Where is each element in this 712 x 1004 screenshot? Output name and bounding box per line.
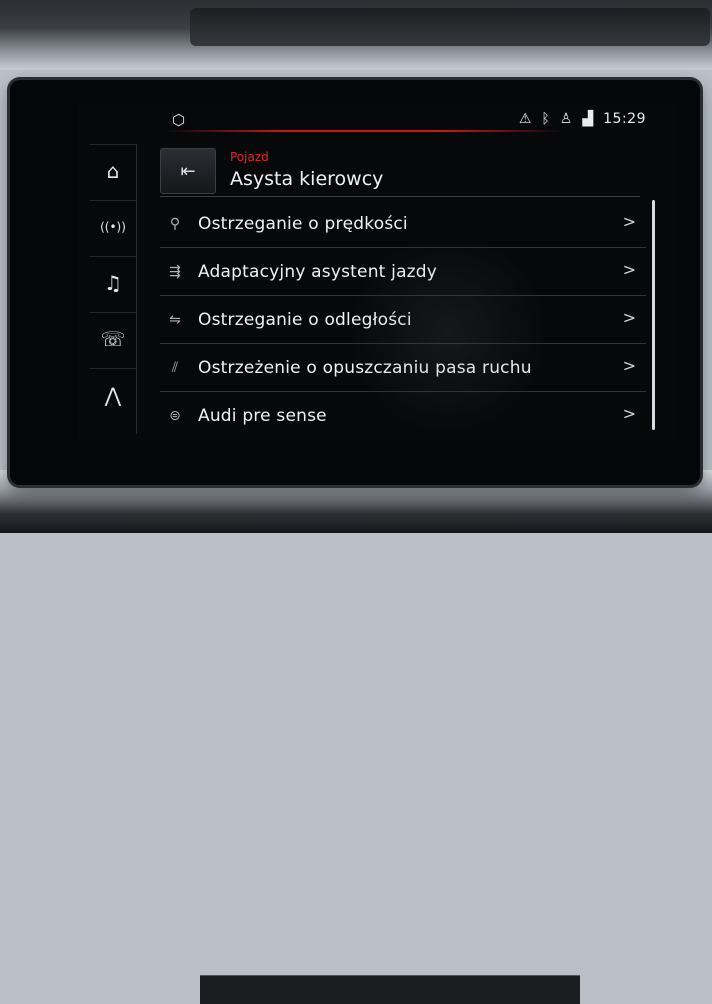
music-icon[interactable]: ♫ <box>90 256 136 309</box>
list-item-speed-warning[interactable]: ⚲ Ostrzeganie o prędkości > <box>160 200 646 248</box>
distance-warning-icon: ⇋ <box>169 311 181 328</box>
list-item-label: Ostrzeganie o prędkości <box>198 213 408 234</box>
scrollbar[interactable] <box>652 200 655 430</box>
settings-list: ⚲ Ostrzeganie o prędkości > ⇶ Adaptacyjn… <box>160 200 646 439</box>
signal-icon: ▟ <box>582 111 594 127</box>
radio-icon[interactable]: ((•)) <box>90 200 136 253</box>
bluetooth-icon: ᛒ <box>541 111 550 127</box>
list-item-label: Audi pre sense <box>198 405 327 426</box>
dashboard-top <box>0 0 712 70</box>
home-glyph: ⌂ <box>106 159 120 183</box>
back-button[interactable]: ⇤ <box>160 148 216 194</box>
list-item-distance-warning[interactable]: ⇋ Ostrzeganie o odległości > <box>160 296 646 344</box>
phone-icon[interactable]: ☏ <box>90 312 136 365</box>
console-buttons <box>200 975 580 1004</box>
list-item-pre-sense[interactable]: ⊜ Audi pre sense > <box>160 392 646 439</box>
page-title: Asysta kierowcy <box>230 168 384 190</box>
radio-glyph: ((•)) <box>100 220 126 234</box>
status-bar: ⬡ ⚠ ᛒ ♙ ▟ 15:29 <box>78 104 676 136</box>
home-icon[interactable]: ⌂ <box>90 144 136 197</box>
chevron-right-icon: > <box>622 212 636 231</box>
person-icon: ♙ <box>559 111 573 127</box>
navigation-glyph: ⋀ <box>104 383 122 407</box>
lane-departure-icon: ⫽ <box>171 359 179 376</box>
list-item-adaptive-cruise[interactable]: ⇶ Adaptacyjny asystent jazdy > <box>160 248 646 296</box>
list-item-label: Ostrzeganie o odległości <box>198 309 412 330</box>
chevron-right-icon: > <box>622 356 636 375</box>
list-item-label: Ostrzeżenie o opuszczaniu pasa ruchu <box>198 357 532 378</box>
speed-warning-icon: ⚲ <box>169 215 181 232</box>
phone-glyph: ☏ <box>100 327 126 351</box>
pre-sense-icon: ⊜ <box>169 407 181 424</box>
list-item-label: Adaptacyjny asystent jazdy <box>198 261 438 282</box>
page-header: ⇤ Pojazd Asysta kierowcy <box>160 140 640 197</box>
adaptive-cruise-icon: ⇶ <box>169 263 181 280</box>
car-warning-icon: ⚠ <box>518 111 532 127</box>
infotainment-screen: ⬡ ⚠ ᛒ ♙ ▟ 15:29 ⌂ ((•)) ♫ ☏ ⋀ ⇤ Pojazd A… <box>78 104 676 441</box>
clock: 15:29 <box>603 111 646 127</box>
air-vent <box>190 8 710 46</box>
chevron-right-icon: > <box>622 260 636 279</box>
music-glyph: ♫ <box>104 271 122 295</box>
breadcrumb[interactable]: Pojazd <box>230 150 269 164</box>
navigation-icon[interactable]: ⋀ <box>90 368 136 421</box>
list-item-lane-departure[interactable]: ⫽ Ostrzeżenie o opuszczaniu pasa ruchu > <box>160 344 646 392</box>
chevron-right-icon: > <box>622 308 636 327</box>
chevron-right-icon: > <box>622 404 636 423</box>
cube-icon[interactable]: ⬡ <box>172 111 185 129</box>
side-rail: ⌂ ((•)) ♫ ☏ ⋀ <box>90 144 137 434</box>
back-icon: ⇤ <box>180 160 196 182</box>
